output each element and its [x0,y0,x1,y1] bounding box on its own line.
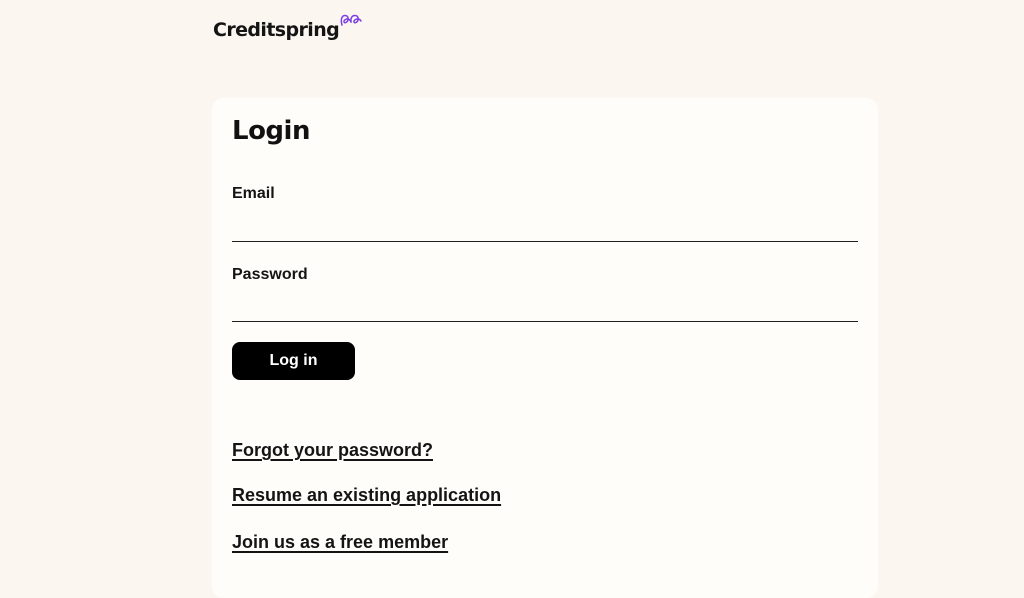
login-card: Login Email Password Log in Forgot your … [212,98,878,598]
forgot-password-link[interactable]: Forgot your password? [232,440,433,461]
double-loop-logo-icon [340,14,362,26]
email-label: Email [232,185,275,202]
join-member-link[interactable]: Join us as a free member [232,532,448,553]
page-title: Login [232,116,310,146]
resume-application-link[interactable]: Resume an existing application [232,485,501,506]
brand-logo[interactable]: Creditspring [213,14,362,44]
brand-name: Creditspring [213,19,340,41]
password-field[interactable] [232,291,858,322]
email-field[interactable] [232,211,858,242]
login-button[interactable]: Log in [232,342,355,380]
password-label: Password [232,266,308,283]
